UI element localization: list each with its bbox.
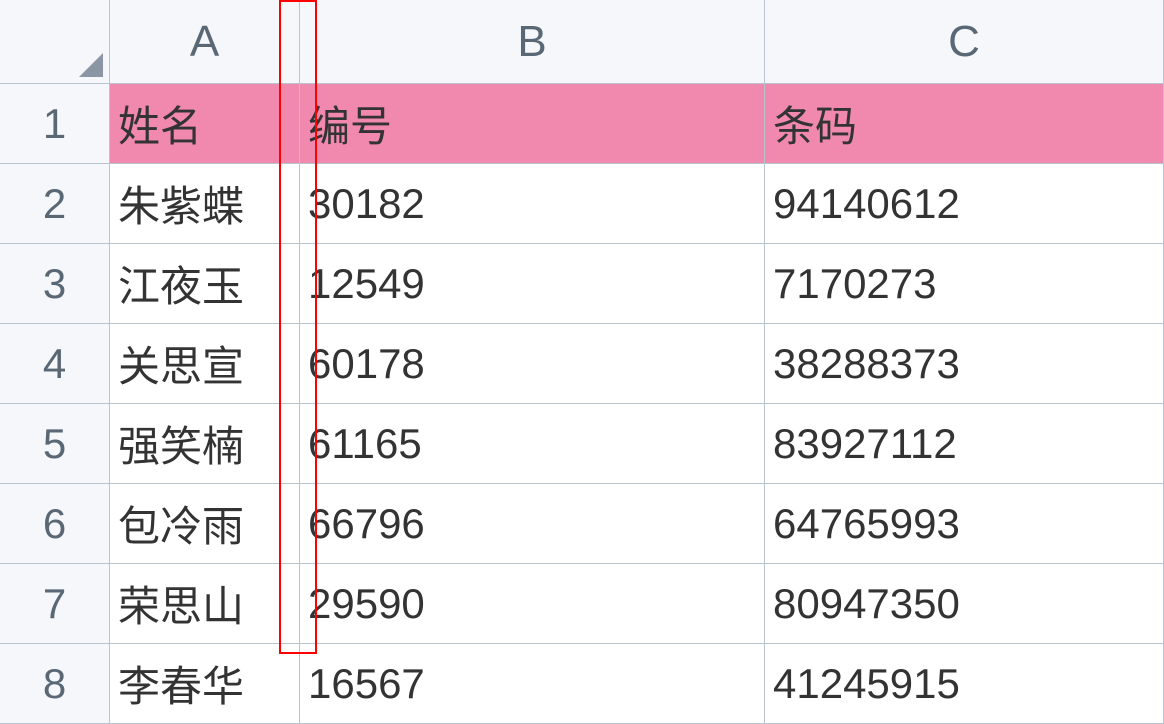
- corner-triangle-icon: [79, 53, 103, 77]
- cell-c3[interactable]: 7170273: [764, 243, 1164, 324]
- cell-c1[interactable]: 条码: [764, 83, 1164, 164]
- cell-c6[interactable]: 64765993: [764, 483, 1164, 564]
- cell-b2[interactable]: 30182: [299, 163, 765, 244]
- cell-c8[interactable]: 41245915: [764, 643, 1164, 724]
- row-header-2[interactable]: 2: [0, 163, 110, 244]
- row-header-7[interactable]: 7: [0, 563, 110, 644]
- cell-a2[interactable]: 朱紫蝶: [109, 163, 300, 244]
- column-header-c[interactable]: C: [764, 0, 1164, 84]
- cell-b8[interactable]: 16567: [299, 643, 765, 724]
- cell-a8[interactable]: 李春华: [109, 643, 300, 724]
- column-header-a[interactable]: A: [109, 0, 300, 84]
- cell-c7[interactable]: 80947350: [764, 563, 1164, 644]
- row-header-5[interactable]: 5: [0, 403, 110, 484]
- cell-b4[interactable]: 60178: [299, 323, 765, 404]
- spreadsheet-grid[interactable]: A B C 1 姓名 编号 条码 2 朱紫蝶 30182 94140612 3 …: [0, 0, 1164, 724]
- cell-b1[interactable]: 编号: [299, 83, 765, 164]
- select-all-corner[interactable]: [0, 0, 110, 84]
- cell-a6[interactable]: 包冷雨: [109, 483, 300, 564]
- cell-c5[interactable]: 83927112: [764, 403, 1164, 484]
- cell-a4[interactable]: 关思宣: [109, 323, 300, 404]
- row-header-4[interactable]: 4: [0, 323, 110, 404]
- cell-a5[interactable]: 强笑楠: [109, 403, 300, 484]
- row-header-3[interactable]: 3: [0, 243, 110, 324]
- row-header-6[interactable]: 6: [0, 483, 110, 564]
- cell-a1[interactable]: 姓名: [109, 83, 300, 164]
- row-header-1[interactable]: 1: [0, 83, 110, 164]
- cell-a7[interactable]: 荣思山: [109, 563, 300, 644]
- cell-a3[interactable]: 江夜玉: [109, 243, 300, 324]
- row-header-8[interactable]: 8: [0, 643, 110, 724]
- cell-c2[interactable]: 94140612: [764, 163, 1164, 244]
- cell-b3[interactable]: 12549: [299, 243, 765, 324]
- cell-b5[interactable]: 61165: [299, 403, 765, 484]
- cell-b7[interactable]: 29590: [299, 563, 765, 644]
- cell-b6[interactable]: 66796: [299, 483, 765, 564]
- cell-c4[interactable]: 38288373: [764, 323, 1164, 404]
- column-header-b[interactable]: B: [299, 0, 765, 84]
